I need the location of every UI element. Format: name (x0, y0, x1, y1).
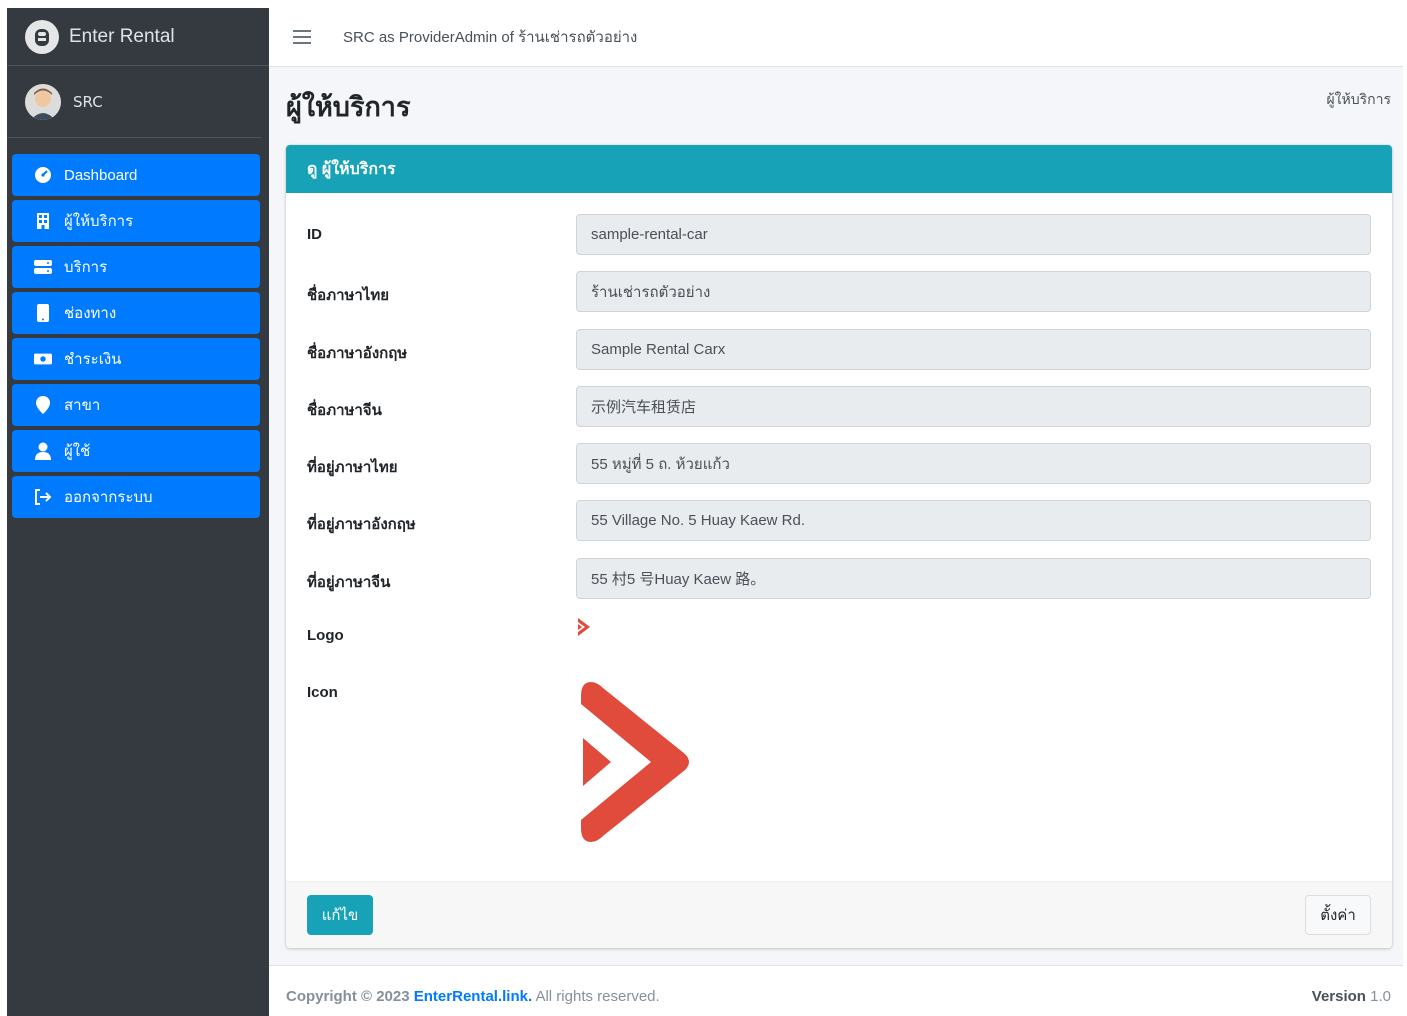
card-title: ดู ผู้ให้บริการ (286, 145, 1392, 193)
field-row-name-th: ชื่อภาษาไทย ร้านเช่ารถตัวอย่าง (307, 271, 1371, 312)
copyright: Copyright © 2023 EnterRental.link. All r… (286, 988, 660, 1005)
sidebar: Enter Rental SRC Dashboard ผู้ให้บริการ (7, 8, 269, 1016)
money-icon (34, 350, 52, 368)
footer-link[interactable]: EnterRental.link. (414, 988, 532, 1005)
page-title: ผู้ให้บริการ (286, 92, 411, 122)
user-name: SRC (73, 92, 103, 111)
sidebar-item-label: ช่องทาง (64, 305, 117, 322)
field-label: Icon (307, 684, 338, 701)
card-footer: แก้ไข ตั้งค่า (286, 881, 1392, 948)
sidebar-item-branches[interactable]: สาขา (12, 384, 260, 426)
content-wrapper: ผู้ให้บริการ ผู้ให้บริการ ดู ผู้ให้บริกา… (269, 67, 1403, 965)
version-label: Version (1311, 988, 1366, 1005)
name-cn-field[interactable]: 示例汽车租赁店 (576, 386, 1371, 427)
version-info: Version 1.0 (1312, 988, 1391, 1005)
sidebar-item-users[interactable]: ผู้ใช้ (12, 430, 260, 472)
address-cn-field[interactable]: 55 村5 号Huay Kaew 路。 (576, 558, 1371, 599)
breadcrumb[interactable]: ผู้ให้บริการ (1326, 89, 1391, 111)
sidebar-item-label: สาขา (64, 397, 101, 414)
field-row-logo: Logo (307, 615, 1371, 656)
rights-text: All rights reserved. (535, 988, 660, 1005)
field-row-address-en: ที่อยู่ภาษาอังกฤษ 55 Village No. 5 Huay … (307, 500, 1371, 541)
user-icon (34, 442, 52, 460)
top-navbar: SRC as ProviderAdmin of ร้านเช่ารถตัวอย่… (269, 8, 1403, 67)
sidebar-item-label: ชำระเงิน (64, 351, 122, 368)
field-label: ชื่อภาษาจีน (307, 402, 382, 419)
field-label: ชื่อภาษาไทย (307, 287, 390, 304)
settings-button[interactable]: ตั้งค่า (1305, 895, 1371, 935)
address-th-field[interactable]: 55 หมู่ที่ 5 ถ. ห้วยแก้ว (576, 443, 1371, 484)
current-user-role: SRC as ProviderAdmin of ร้านเช่ารถตัวอย่… (343, 29, 638, 46)
sidebar-item-label: Dashboard (64, 166, 138, 184)
field-label: Logo (307, 627, 344, 644)
field-label: ชื่อภาษาอังกฤษ (307, 345, 408, 362)
logout-icon (34, 488, 52, 506)
provider-icon (581, 682, 691, 846)
field-row-name-cn: ชื่อภาษาจีน 示例汽车租赁店 (307, 386, 1371, 427)
brand[interactable]: Enter Rental (7, 8, 269, 66)
sidebar-item-label: ผู้ให้บริการ (64, 213, 134, 230)
dashboard-icon (34, 166, 52, 184)
sidebar-nav: Dashboard ผู้ให้บริการ บริการ ช่องทาง ชำ… (7, 138, 269, 518)
field-label: ที่อยู่ภาษาไทย (307, 459, 398, 476)
field-row-id: ID sample-rental-car (307, 214, 1371, 255)
field-label: ID (307, 226, 322, 243)
copyright-text: Copyright © 2023 (286, 988, 410, 1005)
field-label: ที่อยู่ภาษาจีน (307, 574, 391, 591)
field-row-address-cn: ที่อยู่ภาษาจีน 55 村5 号Huay Kaew 路。 (307, 558, 1371, 599)
field-row-icon: Icon (307, 672, 1371, 842)
edit-button[interactable]: แก้ไข (307, 895, 373, 935)
map-marker-icon (34, 396, 52, 414)
sidebar-item-logout[interactable]: ออกจากระบบ (12, 476, 260, 518)
field-row-address-th: ที่อยู่ภาษาไทย 55 หมู่ที่ 5 ถ. ห้วยแก้ว (307, 443, 1371, 484)
name-th-field[interactable]: ร้านเช่ารถตัวอย่าง (576, 271, 1371, 312)
sidebar-item-dashboard[interactable]: Dashboard (12, 154, 260, 196)
sidebar-item-providers[interactable]: ผู้ให้บริการ (12, 200, 260, 242)
id-field[interactable]: sample-rental-car (576, 214, 1371, 255)
user-panel[interactable]: SRC (7, 66, 261, 138)
sidebar-item-channels[interactable]: ช่องทาง (12, 292, 260, 334)
avatar (25, 83, 61, 120)
server-icon (34, 258, 52, 276)
sidebar-item-payments[interactable]: ชำระเงิน (12, 338, 260, 380)
version-number: 1.0 (1370, 988, 1391, 1005)
sidebar-item-label: บริการ (64, 259, 108, 276)
brand-name: Enter Rental (69, 25, 175, 47)
main-footer: Copyright © 2023 EnterRental.link. All r… (269, 965, 1403, 1016)
field-row-name-en: ชื่อภาษาอังกฤษ Sample Rental Carx (307, 329, 1371, 370)
field-label: ที่อยู่ภาษาอังกฤษ (307, 516, 416, 533)
mobile-icon (34, 304, 52, 322)
name-en-field[interactable]: Sample Rental Carx (576, 329, 1371, 370)
menu-toggle-icon[interactable] (293, 30, 311, 44)
sidebar-item-label: ผู้ใช้ (64, 443, 91, 460)
sidebar-item-services[interactable]: บริการ (12, 246, 260, 288)
sidebar-item-label: ออกจากระบบ (64, 489, 153, 506)
address-en-field[interactable]: 55 Village No. 5 Huay Kaew Rd. (576, 500, 1371, 541)
provider-card: ดู ผู้ให้บริการ ID sample-rental-car ชื่… (286, 145, 1392, 948)
building-icon (34, 212, 52, 230)
brand-logo-icon (25, 19, 59, 54)
provider-logo-icon (576, 617, 592, 641)
card-body: ID sample-rental-car ชื่อภาษาไทย ร้านเช่… (286, 193, 1392, 881)
